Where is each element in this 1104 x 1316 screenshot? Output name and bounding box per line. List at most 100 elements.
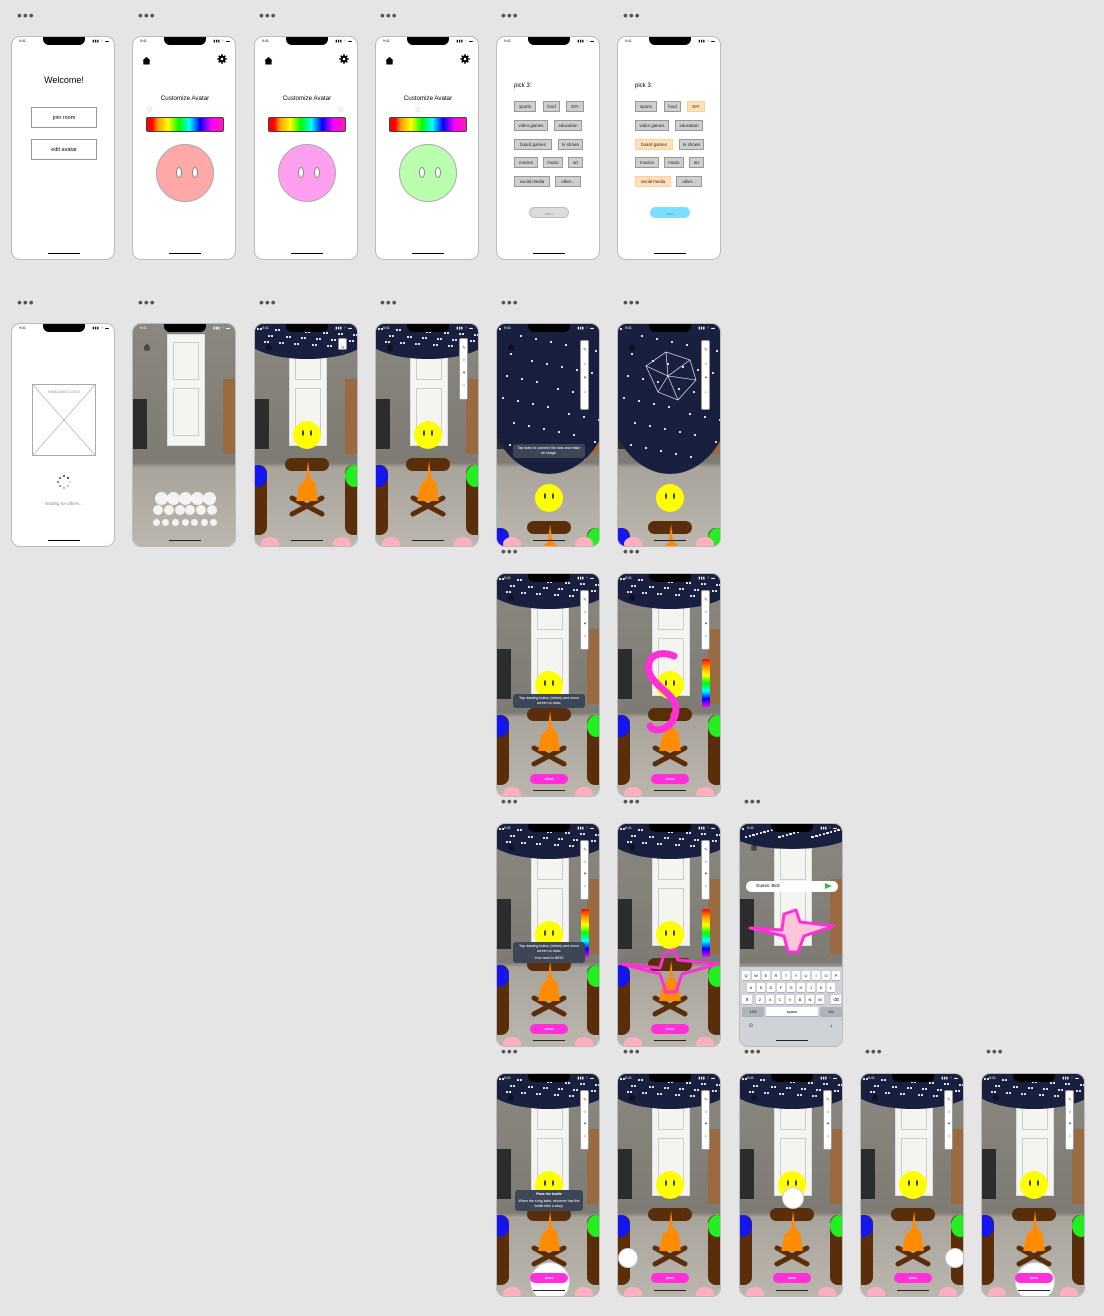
star[interactable] xyxy=(297,343,299,345)
star[interactable] xyxy=(830,831,832,833)
star[interactable] xyxy=(884,1079,886,1081)
topic-chip[interactable]: DIY xyxy=(687,101,705,112)
star[interactable] xyxy=(1043,1088,1045,1090)
tool-icon[interactable]: ✎ xyxy=(581,1097,589,1103)
star[interactable] xyxy=(568,582,570,584)
star[interactable] xyxy=(279,342,281,344)
star[interactable] xyxy=(705,459,707,461)
tool-icon[interactable]: ☆ xyxy=(824,1109,832,1115)
tool-icon[interactable]: ✎ xyxy=(1066,1097,1074,1103)
key[interactable]: Y xyxy=(792,971,800,980)
star[interactable] xyxy=(330,345,332,347)
star[interactable] xyxy=(334,339,336,341)
star[interactable] xyxy=(557,844,559,846)
star[interactable] xyxy=(641,1079,643,1081)
star[interactable] xyxy=(664,428,666,430)
star[interactable] xyxy=(452,339,454,341)
star[interactable] xyxy=(502,397,504,399)
star[interactable] xyxy=(543,837,545,839)
star[interactable] xyxy=(907,1087,909,1089)
star[interactable] xyxy=(425,337,427,339)
star[interactable] xyxy=(712,590,714,592)
star[interactable] xyxy=(569,595,571,597)
talking-bottle-ball[interactable] xyxy=(945,1248,963,1268)
star[interactable] xyxy=(1058,1089,1060,1091)
star[interactable] xyxy=(686,582,688,584)
star[interactable] xyxy=(984,1078,986,1080)
tool-icon[interactable]: ✦ xyxy=(460,370,468,376)
star[interactable] xyxy=(595,350,597,352)
star[interactable] xyxy=(649,425,651,427)
star[interactable] xyxy=(675,1094,677,1096)
home-icon[interactable] xyxy=(750,1088,758,1096)
star[interactable] xyxy=(947,1083,949,1085)
tool-bar[interactable]: ✎ ☆ ✦ ⌂ xyxy=(701,840,710,900)
tool-icon[interactable]: ✎ xyxy=(460,345,468,351)
star[interactable] xyxy=(407,336,409,338)
star[interactable] xyxy=(826,832,828,834)
star[interactable] xyxy=(474,334,476,336)
star[interactable] xyxy=(933,1095,935,1097)
star[interactable] xyxy=(660,1093,662,1095)
star[interactable] xyxy=(583,416,585,418)
star[interactable] xyxy=(808,1082,810,1084)
star[interactable] xyxy=(697,1089,699,1091)
star[interactable] xyxy=(881,1079,883,1081)
star[interactable] xyxy=(543,1087,545,1089)
star[interactable] xyxy=(826,1083,828,1085)
color-palette[interactable] xyxy=(702,659,710,707)
star[interactable] xyxy=(774,1086,776,1088)
star[interactable] xyxy=(623,397,625,399)
star[interactable] xyxy=(660,843,662,845)
star[interactable] xyxy=(517,400,519,402)
tool-bar[interactable]: ✎ ☆ ✦ ⌂ xyxy=(701,1090,710,1150)
star[interactable] xyxy=(1065,1083,1067,1085)
star[interactable] xyxy=(510,835,512,837)
star[interactable] xyxy=(789,1087,791,1089)
topic-chip[interactable]: education xyxy=(554,120,582,131)
star[interactable] xyxy=(595,834,597,836)
star[interactable] xyxy=(701,1083,703,1085)
star[interactable] xyxy=(323,332,325,334)
topic-chip[interactable]: food xyxy=(664,101,681,112)
artboard-menu-dots[interactable]: ••• xyxy=(259,8,277,22)
key[interactable]: Z xyxy=(756,995,764,1004)
star[interactable] xyxy=(1054,1095,1056,1097)
star[interactable] xyxy=(546,1087,548,1089)
star[interactable] xyxy=(940,1089,942,1091)
star[interactable] xyxy=(528,586,530,588)
star[interactable] xyxy=(627,375,629,377)
key[interactable]: P xyxy=(832,971,840,980)
star[interactable] xyxy=(378,328,380,330)
tool-icon[interactable]: ⌂ xyxy=(460,382,468,387)
home-icon[interactable] xyxy=(628,838,636,846)
tool-icon[interactable]: ⌂ xyxy=(581,633,589,638)
star[interactable] xyxy=(499,1078,501,1080)
star[interactable] xyxy=(694,589,696,591)
star[interactable] xyxy=(789,833,791,835)
star[interactable] xyxy=(304,337,306,339)
topic-chip[interactable]: social media xyxy=(635,176,671,187)
talking-bottle-ball[interactable] xyxy=(782,1187,804,1209)
star[interactable] xyxy=(823,833,825,835)
star[interactable] xyxy=(499,578,501,580)
star[interactable] xyxy=(510,353,512,355)
artboard-menu-dots[interactable]: ••• xyxy=(380,295,398,309)
star[interactable] xyxy=(690,845,692,847)
star[interactable] xyxy=(634,422,636,424)
star[interactable] xyxy=(678,844,680,846)
star[interactable] xyxy=(558,431,560,433)
star[interactable] xyxy=(657,593,659,595)
star[interactable] xyxy=(557,1094,559,1096)
star[interactable] xyxy=(499,328,501,330)
star[interactable] xyxy=(271,335,273,337)
star[interactable] xyxy=(513,422,515,424)
star[interactable] xyxy=(630,444,632,446)
tool-icon[interactable]: ☆ xyxy=(581,859,589,865)
artboard-menu-dots[interactable]: ••• xyxy=(865,1044,883,1058)
star[interactable] xyxy=(888,1092,890,1094)
star[interactable] xyxy=(595,584,597,586)
star[interactable] xyxy=(801,1088,803,1090)
star[interactable] xyxy=(694,1089,696,1091)
star[interactable] xyxy=(800,1094,802,1096)
